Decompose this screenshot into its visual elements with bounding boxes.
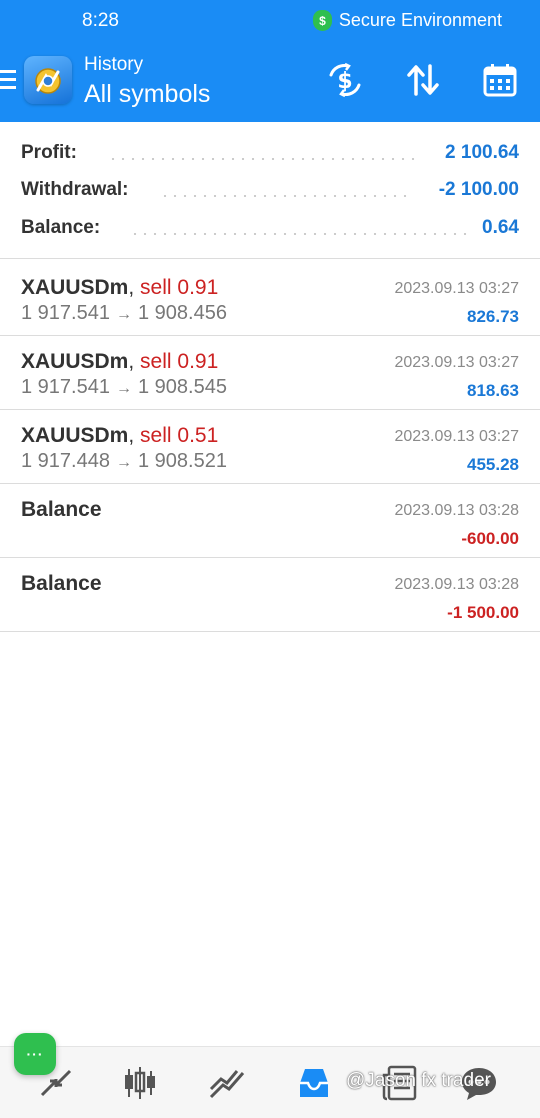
- page-subtitle: History: [84, 54, 144, 75]
- deal-profit: 826.73: [467, 307, 519, 326]
- dollar-exchange-icon[interactable]: $: [325, 60, 365, 100]
- sort-icon[interactable]: [403, 60, 443, 100]
- deal-prices: 1 917.541 → 1 908.456: [21, 302, 227, 325]
- deal-side: sell 0.51: [140, 424, 219, 447]
- open-price: 1 917.448: [21, 450, 110, 472]
- calendar-icon[interactable]: [480, 60, 520, 100]
- app-header: 8:28 $ Secure Environment History All sy…: [0, 0, 540, 122]
- deal-side: sell 0.91: [140, 350, 219, 373]
- balance-label: Balance: [21, 498, 102, 521]
- deal-title: XAUUSDm, sell 0.91: [21, 350, 219, 373]
- deal-time: 2023.09.13 03:27: [394, 354, 519, 371]
- deal-title: XAUUSDm, sell 0.91: [21, 276, 219, 299]
- history-summary: Profit: 2 100.64 Withdrawal: -2 100.00 B…: [0, 122, 540, 259]
- secure-environment-indicator: $ Secure Environment: [312, 10, 502, 31]
- balance-amount: -600.00: [461, 529, 519, 548]
- deal-profit: 455.28: [467, 455, 519, 474]
- balance-amount: -1 500.00: [447, 603, 519, 622]
- open-price: 1 917.541: [21, 302, 110, 324]
- close-price: 1 908.545: [137, 376, 227, 398]
- deal-symbol: XAUUSDm: [21, 424, 129, 447]
- close-price: 1 908.521: [137, 450, 227, 472]
- history-icon[interactable]: [292, 1061, 336, 1105]
- summary-label: Profit:: [21, 142, 83, 164]
- deal-time: 2023.09.13 03:27: [394, 428, 519, 445]
- balance-row[interactable]: Balance 2023.09.13 03:28 -600.00: [0, 484, 540, 558]
- deal-symbol: XAUUSDm: [21, 276, 129, 299]
- watermark: @Jason fx trader: [346, 1070, 491, 1091]
- deal-row[interactable]: XAUUSDm, sell 0.51 1 917.448 → 1 908.521 2…: [0, 410, 540, 484]
- balance-label: Balance: [21, 572, 102, 595]
- deal-prices: 1 917.448 → 1 908.521: [21, 450, 227, 473]
- secure-environment-label: Secure Environment: [338, 10, 502, 30]
- svg-text:$: $: [337, 69, 352, 94]
- page-title[interactable]: All symbols: [84, 80, 210, 109]
- trade-icon[interactable]: [205, 1061, 249, 1105]
- status-time: 8:28: [82, 10, 119, 31]
- summary-value: 0.64: [476, 217, 519, 239]
- summary-value: -2 100.00: [432, 179, 519, 201]
- deal-row[interactable]: XAUUSDm, sell 0.91 1 917.541 → 1 908.545 2…: [0, 336, 540, 410]
- deal-profit: 818.63: [467, 381, 519, 400]
- chat-button[interactable]: ···: [14, 1033, 56, 1075]
- arrow-icon: →: [115, 380, 132, 397]
- balance-time: 2023.09.13 03:28: [394, 576, 519, 593]
- summary-row-balance: Balance: 0.64: [0, 217, 540, 247]
- deal-time: 2023.09.13 03:27: [394, 280, 519, 297]
- summary-label: Balance:: [21, 217, 107, 239]
- shield-icon: $: [312, 10, 332, 31]
- deal-title: XAUUSDm, sell 0.51: [21, 424, 219, 447]
- chart-icon[interactable]: [118, 1061, 162, 1105]
- deal-prices: 1 917.541 → 1 908.545: [21, 376, 227, 399]
- deal-side: sell 0.91: [140, 276, 219, 299]
- summary-label: Withdrawal:: [21, 179, 135, 201]
- balance-time: 2023.09.13 03:28: [394, 502, 519, 519]
- summary-row-profit: Profit: 2 100.64: [0, 142, 540, 172]
- deal-symbol: XAUUSDm: [21, 350, 129, 373]
- open-price: 1 917.541: [21, 376, 110, 398]
- summary-value: 2 100.64: [439, 142, 519, 164]
- arrow-icon: →: [115, 306, 132, 323]
- summary-row-withdrawal: Withdrawal: -2 100.00: [0, 179, 540, 209]
- deal-row[interactable]: XAUUSDm, sell 0.91 1 917.541 → 1 908.456 2…: [0, 262, 540, 336]
- arrow-icon: →: [115, 454, 132, 471]
- close-price: 1 908.456: [137, 302, 227, 324]
- app-logo[interactable]: [24, 56, 72, 104]
- menu-icon[interactable]: [0, 70, 16, 90]
- balance-row[interactable]: Balance 2023.09.13 03:28 -1 500.00: [0, 558, 540, 632]
